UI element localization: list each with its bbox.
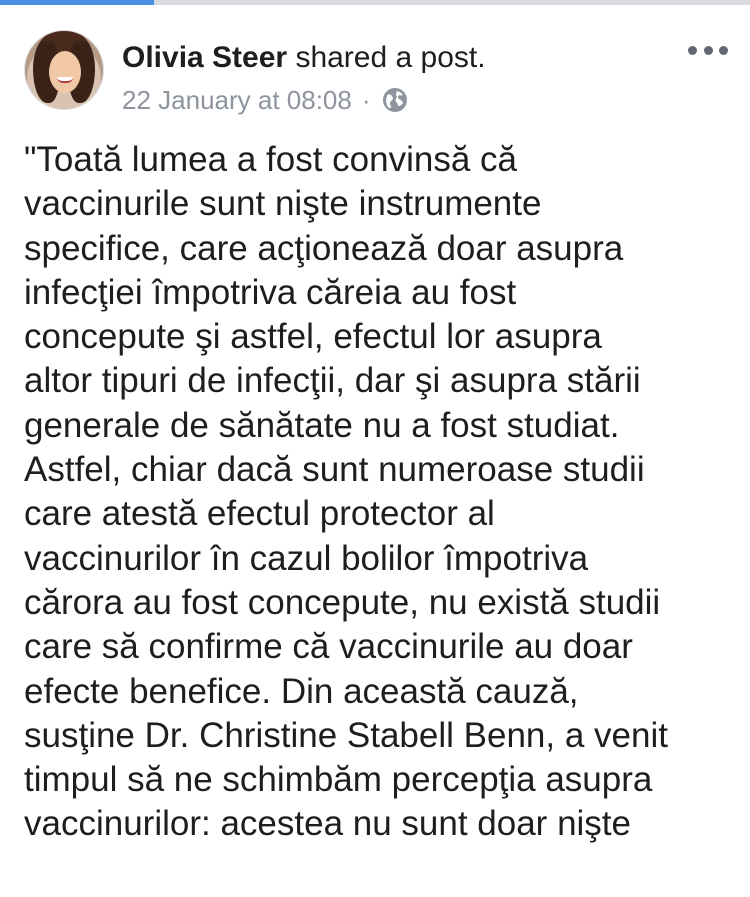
more-options-button[interactable]: [688, 38, 728, 62]
more-dots-icon: [688, 45, 697, 55]
loading-progress-fill: [0, 0, 154, 5]
post-text-line: "Toată lumea a fost convinsă că: [24, 140, 517, 179]
post-author-line: Olivia Steer shared a post.: [122, 40, 486, 76]
post-text-line: concepute şi astfel, efectul lor asupra: [24, 317, 602, 357]
globe-icon[interactable]: [381, 86, 409, 114]
post-header: Olivia Steer shared a post. 22 January a…: [24, 30, 734, 120]
post-text-line: specifice, care acţionează doar asupra: [24, 228, 624, 268]
post-meta: 22 January at 08:08 ·: [122, 85, 409, 115]
post-text-line: efecte benefice. Din această cauză,: [24, 671, 579, 711]
post-text-line: generale de sănătate nu a fost studiat.: [24, 405, 620, 445]
post-text-line: vaccinurilor: acestea nu sunt doar nişte: [24, 804, 631, 844]
post-text-line: infecţiei împotriva căreia au fost: [24, 272, 517, 312]
avatar[interactable]: [24, 30, 104, 110]
post-text-line: care atestă efectul protector al: [24, 494, 495, 534]
post-text-line: vaccinurile sunt nişte instrumente: [24, 184, 542, 224]
post-text-line: susţine Dr. Christine Stabell Benn, a ve…: [24, 715, 668, 755]
loading-progress-bar: [0, 0, 750, 5]
post-text-line: cărora au fost concepute, nu există stud…: [24, 582, 661, 622]
post-text-line: vaccinurilor în cazul bolilor împotriva: [24, 538, 589, 578]
meta-separator: ·: [361, 85, 371, 115]
post-text-line: Astfel, chiar dacă sunt numeroase studii: [24, 450, 645, 490]
post-text-line: timpul să ne schimbăm percepţia asupra: [24, 760, 653, 800]
post-action-text: shared a post.: [295, 41, 486, 74]
post-text-line: care să confirme că vaccinurile au doar: [24, 627, 633, 667]
post-timestamp[interactable]: 22 January at 08:08: [122, 85, 352, 115]
post-text-line: altor tipuri de infecţii, dar şi asupra …: [24, 361, 641, 401]
author-name-link[interactable]: Olivia Steer: [122, 41, 287, 74]
post-text: "Toată lumea a fost convinsă că vaccinuri…: [24, 138, 736, 847]
